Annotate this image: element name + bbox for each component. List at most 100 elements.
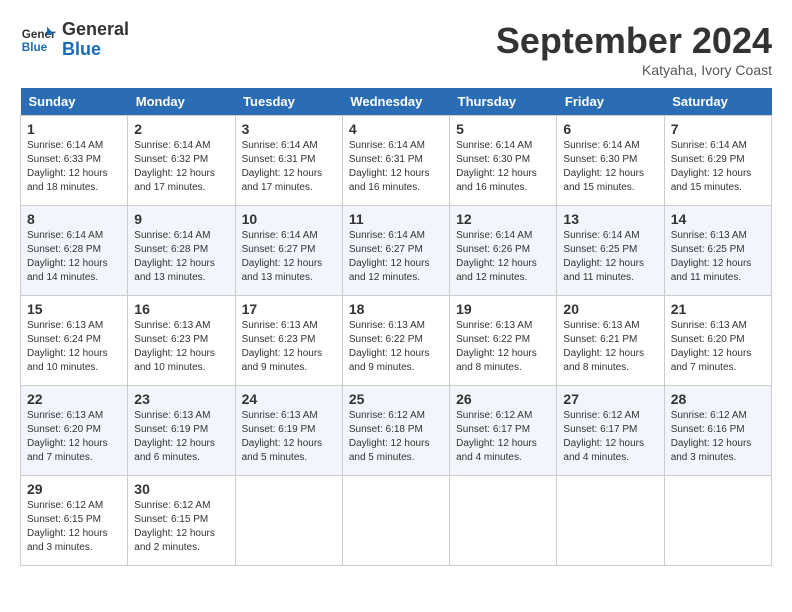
calendar-cell: 12 Sunrise: 6:14 AMSunset: 6:26 PMDaylig…	[450, 206, 557, 296]
col-tuesday: Tuesday	[235, 88, 342, 116]
calendar-cell: 14 Sunrise: 6:13 AMSunset: 6:25 PMDaylig…	[664, 206, 771, 296]
calendar-cell: 25 Sunrise: 6:12 AMSunset: 6:18 PMDaylig…	[342, 386, 449, 476]
cell-info: Sunrise: 6:13 AMSunset: 6:23 PMDaylight:…	[242, 320, 323, 373]
day-number: 28	[671, 391, 765, 407]
calendar-cell: 3 Sunrise: 6:14 AMSunset: 6:31 PMDayligh…	[235, 116, 342, 206]
calendar-cell: 24 Sunrise: 6:13 AMSunset: 6:19 PMDaylig…	[235, 386, 342, 476]
cell-info: Sunrise: 6:12 AMSunset: 6:16 PMDaylight:…	[671, 410, 752, 463]
calendar-cell: 30 Sunrise: 6:12 AMSunset: 6:15 PMDaylig…	[128, 476, 235, 566]
calendar-cell: 18 Sunrise: 6:13 AMSunset: 6:22 PMDaylig…	[342, 296, 449, 386]
calendar-cell: 2 Sunrise: 6:14 AMSunset: 6:32 PMDayligh…	[128, 116, 235, 206]
col-saturday: Saturday	[664, 88, 771, 116]
calendar-cell	[342, 476, 449, 566]
cell-info: Sunrise: 6:13 AMSunset: 6:22 PMDaylight:…	[456, 320, 537, 373]
calendar-cell: 7 Sunrise: 6:14 AMSunset: 6:29 PMDayligh…	[664, 116, 771, 206]
logo-icon: General Blue	[20, 22, 56, 58]
calendar-cell	[664, 476, 771, 566]
calendar-cell: 1 Sunrise: 6:14 AMSunset: 6:33 PMDayligh…	[21, 116, 128, 206]
col-thursday: Thursday	[450, 88, 557, 116]
calendar-cell	[450, 476, 557, 566]
cell-info: Sunrise: 6:13 AMSunset: 6:23 PMDaylight:…	[134, 320, 215, 373]
cell-info: Sunrise: 6:14 AMSunset: 6:27 PMDaylight:…	[242, 230, 323, 283]
month-title: September 2024	[496, 20, 772, 62]
calendar-cell: 29 Sunrise: 6:12 AMSunset: 6:15 PMDaylig…	[21, 476, 128, 566]
calendar-week-5: 29 Sunrise: 6:12 AMSunset: 6:15 PMDaylig…	[21, 476, 772, 566]
day-number: 11	[349, 211, 443, 227]
day-number: 21	[671, 301, 765, 317]
col-wednesday: Wednesday	[342, 88, 449, 116]
day-number: 13	[563, 211, 657, 227]
day-number: 17	[242, 301, 336, 317]
col-friday: Friday	[557, 88, 664, 116]
day-number: 6	[563, 121, 657, 137]
calendar-cell: 6 Sunrise: 6:14 AMSunset: 6:30 PMDayligh…	[557, 116, 664, 206]
day-number: 29	[27, 481, 121, 497]
day-number: 8	[27, 211, 121, 227]
day-number: 23	[134, 391, 228, 407]
day-number: 12	[456, 211, 550, 227]
cell-info: Sunrise: 6:13 AMSunset: 6:24 PMDaylight:…	[27, 320, 108, 373]
day-number: 20	[563, 301, 657, 317]
calendar-cell: 27 Sunrise: 6:12 AMSunset: 6:17 PMDaylig…	[557, 386, 664, 476]
calendar-cell: 21 Sunrise: 6:13 AMSunset: 6:20 PMDaylig…	[664, 296, 771, 386]
page-header: General Blue General Blue September 2024…	[20, 20, 772, 78]
calendar-week-3: 15 Sunrise: 6:13 AMSunset: 6:24 PMDaylig…	[21, 296, 772, 386]
calendar-cell: 8 Sunrise: 6:14 AMSunset: 6:28 PMDayligh…	[21, 206, 128, 296]
calendar-cell: 13 Sunrise: 6:14 AMSunset: 6:25 PMDaylig…	[557, 206, 664, 296]
calendar-cell: 5 Sunrise: 6:14 AMSunset: 6:30 PMDayligh…	[450, 116, 557, 206]
title-block: September 2024 Katyaha, Ivory Coast	[496, 20, 772, 78]
calendar-cell: 17 Sunrise: 6:13 AMSunset: 6:23 PMDaylig…	[235, 296, 342, 386]
cell-info: Sunrise: 6:14 AMSunset: 6:30 PMDaylight:…	[456, 140, 537, 193]
day-number: 15	[27, 301, 121, 317]
day-number: 19	[456, 301, 550, 317]
logo: General Blue General Blue	[20, 20, 129, 60]
day-number: 2	[134, 121, 228, 137]
calendar-cell: 19 Sunrise: 6:13 AMSunset: 6:22 PMDaylig…	[450, 296, 557, 386]
calendar-week-1: 1 Sunrise: 6:14 AMSunset: 6:33 PMDayligh…	[21, 116, 772, 206]
cell-info: Sunrise: 6:13 AMSunset: 6:25 PMDaylight:…	[671, 230, 752, 283]
calendar-cell	[235, 476, 342, 566]
svg-text:Blue: Blue	[22, 41, 48, 54]
calendar-cell: 16 Sunrise: 6:13 AMSunset: 6:23 PMDaylig…	[128, 296, 235, 386]
calendar-cell: 28 Sunrise: 6:12 AMSunset: 6:16 PMDaylig…	[664, 386, 771, 476]
cell-info: Sunrise: 6:13 AMSunset: 6:21 PMDaylight:…	[563, 320, 644, 373]
day-number: 1	[27, 121, 121, 137]
cell-info: Sunrise: 6:12 AMSunset: 6:15 PMDaylight:…	[27, 500, 108, 553]
calendar-week-4: 22 Sunrise: 6:13 AMSunset: 6:20 PMDaylig…	[21, 386, 772, 476]
location-subtitle: Katyaha, Ivory Coast	[496, 62, 772, 78]
calendar-header-row: Sunday Monday Tuesday Wednesday Thursday…	[21, 88, 772, 116]
svg-text:General: General	[22, 28, 56, 41]
cell-info: Sunrise: 6:13 AMSunset: 6:19 PMDaylight:…	[242, 410, 323, 463]
day-number: 16	[134, 301, 228, 317]
cell-info: Sunrise: 6:14 AMSunset: 6:29 PMDaylight:…	[671, 140, 752, 193]
day-number: 24	[242, 391, 336, 407]
cell-info: Sunrise: 6:13 AMSunset: 6:19 PMDaylight:…	[134, 410, 215, 463]
day-number: 18	[349, 301, 443, 317]
calendar-cell: 20 Sunrise: 6:13 AMSunset: 6:21 PMDaylig…	[557, 296, 664, 386]
calendar-table: Sunday Monday Tuesday Wednesday Thursday…	[20, 88, 772, 566]
cell-info: Sunrise: 6:14 AMSunset: 6:28 PMDaylight:…	[134, 230, 215, 283]
cell-info: Sunrise: 6:14 AMSunset: 6:27 PMDaylight:…	[349, 230, 430, 283]
calendar-week-2: 8 Sunrise: 6:14 AMSunset: 6:28 PMDayligh…	[21, 206, 772, 296]
cell-info: Sunrise: 6:14 AMSunset: 6:32 PMDaylight:…	[134, 140, 215, 193]
cell-info: Sunrise: 6:14 AMSunset: 6:31 PMDaylight:…	[349, 140, 430, 193]
cell-info: Sunrise: 6:12 AMSunset: 6:15 PMDaylight:…	[134, 500, 215, 553]
day-number: 3	[242, 121, 336, 137]
calendar-cell: 4 Sunrise: 6:14 AMSunset: 6:31 PMDayligh…	[342, 116, 449, 206]
cell-info: Sunrise: 6:14 AMSunset: 6:31 PMDaylight:…	[242, 140, 323, 193]
logo-text: General Blue	[62, 20, 129, 60]
day-number: 7	[671, 121, 765, 137]
calendar-cell: 9 Sunrise: 6:14 AMSunset: 6:28 PMDayligh…	[128, 206, 235, 296]
cell-info: Sunrise: 6:12 AMSunset: 6:17 PMDaylight:…	[456, 410, 537, 463]
cell-info: Sunrise: 6:14 AMSunset: 6:30 PMDaylight:…	[563, 140, 644, 193]
cell-info: Sunrise: 6:13 AMSunset: 6:22 PMDaylight:…	[349, 320, 430, 373]
day-number: 9	[134, 211, 228, 227]
calendar-cell: 23 Sunrise: 6:13 AMSunset: 6:19 PMDaylig…	[128, 386, 235, 476]
day-number: 4	[349, 121, 443, 137]
calendar-cell: 15 Sunrise: 6:13 AMSunset: 6:24 PMDaylig…	[21, 296, 128, 386]
day-number: 5	[456, 121, 550, 137]
cell-info: Sunrise: 6:13 AMSunset: 6:20 PMDaylight:…	[671, 320, 752, 373]
day-number: 10	[242, 211, 336, 227]
cell-info: Sunrise: 6:12 AMSunset: 6:17 PMDaylight:…	[563, 410, 644, 463]
day-number: 26	[456, 391, 550, 407]
